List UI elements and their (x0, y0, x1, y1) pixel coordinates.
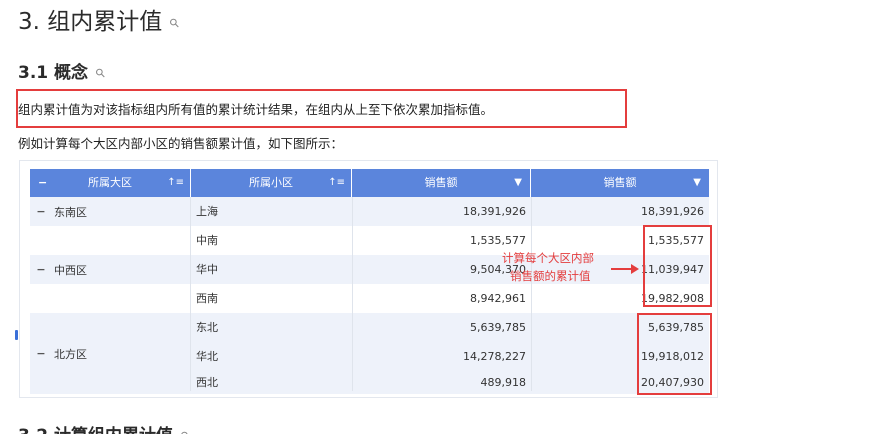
minus-icon[interactable]: − (36, 263, 46, 276)
sort-icon[interactable]: ↑≡ (167, 169, 184, 197)
subregion-cell: 华北 (196, 350, 218, 363)
column-divider (190, 197, 191, 391)
subsection-heading: 3.1 概念 ⚲ (18, 58, 109, 83)
header-sales-cumulative[interactable]: 销售额 ▼ (531, 169, 709, 197)
sales-cell: 5,639,785 (470, 321, 526, 334)
example-paragraph: 例如计算每个大区内部小区的销售额累计值，如下图所示： (18, 136, 344, 151)
sort-icon[interactable]: ↑≡ (328, 169, 345, 197)
scroll-marker (15, 330, 18, 340)
sales-cell: 489,918 (480, 376, 527, 389)
region-name: 东南区 (54, 205, 87, 219)
sales-cell: 9,504,370 (470, 263, 526, 276)
subregion-cell: 上海 (196, 205, 218, 218)
cumulative-highlight-box (643, 225, 712, 307)
column-divider (531, 197, 532, 391)
region-cell: − 北方区 (30, 313, 190, 394)
table-header: − 所属大区 ↑≡ 所属小区 ↑≡ 销售额 ▼ 销售额 ▼ (30, 169, 709, 197)
sales-cell: 14,278,227 (463, 350, 526, 363)
link-icon[interactable]: ⚲ (92, 65, 108, 81)
subregion-cell: 华中 (196, 263, 218, 276)
annotation-line-2: 销售额的累计值 (510, 269, 591, 283)
example-table: − 所属大区 ↑≡ 所属小区 ↑≡ 销售额 ▼ 销售额 ▼ 上海 18,391,… (19, 160, 718, 398)
sales-cell: 1,535,577 (470, 234, 526, 247)
subsection-heading-text: 3.1 概念 (18, 63, 89, 83)
cumulative-cell: 18,391,926 (641, 205, 704, 218)
next-subsection-heading: 3.2 计算组内累计值 ⚲ (18, 421, 194, 434)
sales-cell: 8,942,961 (470, 292, 526, 305)
subregion-cell: 中南 (196, 234, 218, 247)
header-region[interactable]: − 所属大区 ↑≡ (30, 169, 191, 197)
header-subregion[interactable]: 所属小区 ↑≡ (191, 169, 352, 197)
next-subsection-heading-text: 3.2 计算组内累计值 (18, 426, 173, 434)
region-cell: − 东南区 (30, 197, 190, 226)
subregion-cell: 东北 (196, 321, 218, 334)
header-sales-label: 销售额 (424, 176, 458, 189)
region-name: 北方区 (54, 347, 87, 361)
subregion-cell: 西北 (196, 376, 218, 389)
header-sales-cumulative-label: 销售额 (603, 176, 637, 189)
header-sales[interactable]: 销售额 ▼ (352, 169, 531, 197)
caret-down-icon[interactable]: ▼ (693, 169, 701, 197)
sales-cell: 18,391,926 (463, 205, 526, 218)
link-icon[interactable]: ⚲ (177, 428, 193, 434)
subregion-cell: 西南 (196, 292, 218, 305)
section-heading-text: 3. 组内累计值 (18, 9, 163, 35)
minus-icon[interactable]: − (36, 347, 46, 360)
minus-icon[interactable]: − (36, 205, 46, 218)
link-icon[interactable]: ⚲ (167, 14, 183, 30)
region-name: 中西区 (54, 263, 87, 277)
cumulative-highlight-box (637, 313, 712, 395)
caret-down-icon[interactable]: ▼ (514, 169, 522, 197)
section-heading: 3. 组内累计值 ⚲ (18, 2, 183, 36)
concept-paragraph: 组内累计值为对该指标组内所有值的累计统计结果，在组内从上至下依次累加指标值。 (18, 102, 494, 117)
region-cell: − 中西区 (30, 226, 190, 313)
header-region-label: 所属大区 (88, 176, 132, 189)
column-divider (352, 197, 353, 391)
annotation-line-1: 计算每个大区内部 (502, 251, 594, 265)
annotation-arrow (611, 268, 633, 270)
header-subregion-label: 所属小区 (249, 176, 293, 189)
arrow-right-icon (631, 264, 639, 274)
